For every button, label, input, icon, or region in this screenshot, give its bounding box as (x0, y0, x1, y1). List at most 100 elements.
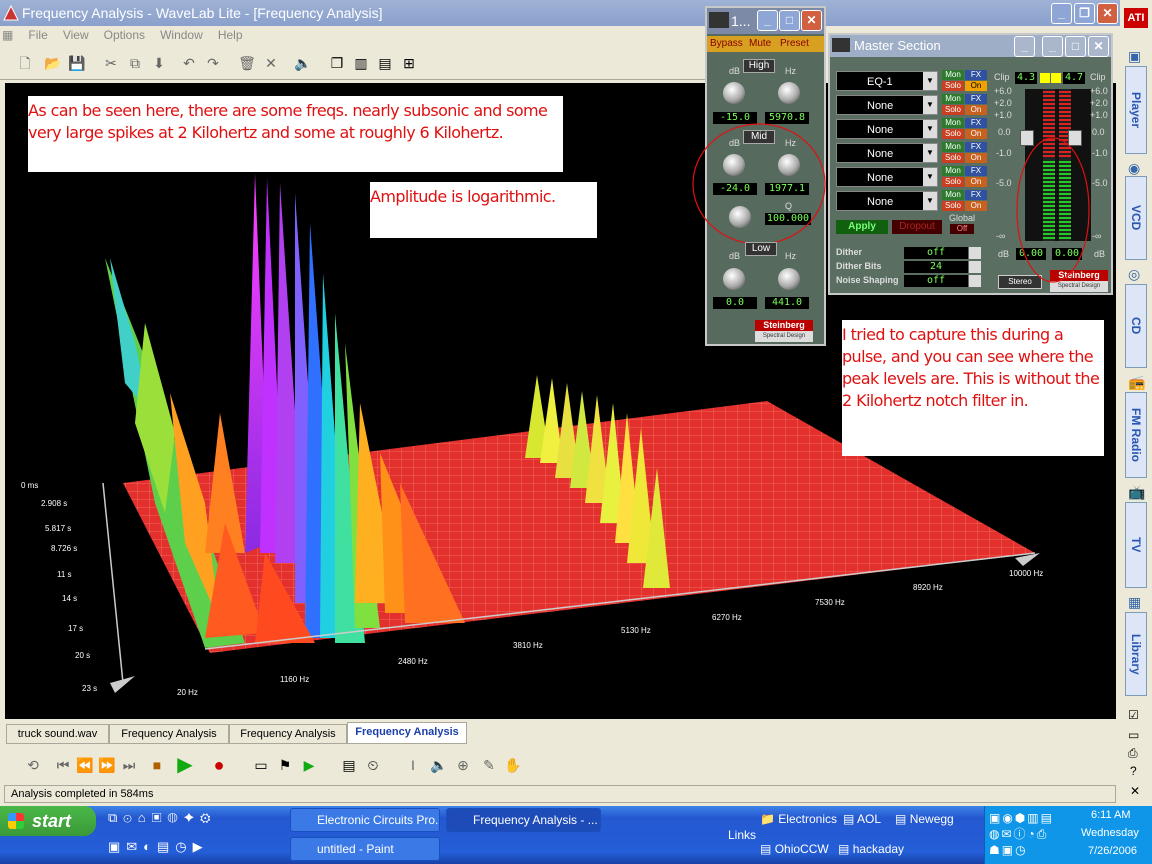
radio-icon[interactable]: 📻 (1128, 374, 1145, 390)
eq-plugin-window[interactable]: 1... _ □ ✕ Bypass Mute Preset High dB Hz… (692, 6, 826, 346)
effect-slot-4[interactable]: None ▼ (836, 143, 938, 163)
master-rollup-button[interactable]: _ (1014, 36, 1035, 57)
speaker-icon[interactable]: 🔈 (428, 754, 450, 776)
sidebar-item-player[interactable]: Player (1125, 66, 1147, 154)
sidebar-item-vcd[interactable]: VCD (1125, 176, 1147, 260)
effect-slot-6[interactable]: None ▼ (836, 191, 938, 211)
on-button[interactable]: On (965, 201, 987, 211)
high-gain-knob[interactable] (723, 82, 745, 104)
tray-icons[interactable]: ▣◉⬢▥▤ ◍✉ⓘ◔⎙ ☗▣◷ (989, 810, 1069, 860)
vcd-icon[interactable]: ◉ (1128, 160, 1144, 176)
eq-close-button[interactable]: ✕ (801, 10, 822, 31)
task-frequency-analysis[interactable]: Frequency Analysis - ... (446, 808, 601, 832)
clock-icon[interactable]: ⏲ (362, 754, 384, 776)
paste-icon[interactable]: ⬇ (148, 52, 170, 74)
open-folder-icon[interactable]: 📂 (42, 52, 64, 74)
go-to-end-icon[interactable]: ⏭ (118, 754, 140, 776)
rewind-icon[interactable]: ⏪ (74, 754, 96, 776)
close-button[interactable]: ✕ (1097, 3, 1118, 24)
range-icon[interactable]: ▭ (250, 754, 272, 776)
link-ohioccw[interactable]: ▤ OhioCCW (760, 842, 829, 856)
save-icon[interactable]: 💾 (66, 52, 88, 74)
effect-slot-5[interactable]: None ▼ (836, 167, 938, 187)
effect-slot-2[interactable]: None ▼ (836, 95, 938, 115)
low-freq-knob[interactable] (778, 268, 800, 290)
link-aol[interactable]: ▤ AOL (843, 812, 881, 826)
band-high-label[interactable]: High (743, 59, 775, 73)
help-icon[interactable]: ? (1130, 764, 1137, 778)
trash-icon[interactable]: 🗑 (236, 52, 258, 74)
cd-icon[interactable]: ◎ (1128, 266, 1144, 282)
play-selection-icon[interactable]: ▶ (298, 754, 320, 776)
menu-help[interactable]: Help (212, 26, 249, 44)
mute-button[interactable]: Mute (749, 38, 771, 49)
fx-button[interactable]: FX (965, 94, 987, 104)
master-section-window[interactable]: Master Section _ _ □ ✕ EQ-1 ▼ None ▼ None ▼… (828, 33, 1113, 295)
hand-icon[interactable]: ✋ (502, 754, 524, 776)
player-icon[interactable]: ▣ (1128, 48, 1144, 64)
loop-icon[interactable]: ⟲ (22, 754, 44, 776)
task-untitled-paint[interactable]: untitled - Paint (290, 837, 440, 861)
dither-bits-dropdown-icon[interactable] (969, 261, 981, 273)
stop-icon[interactable]: ■ (146, 754, 168, 776)
library-icon[interactable]: ▦ (1128, 594, 1144, 610)
play-icon[interactable]: ▶ (174, 754, 196, 776)
menu-icon[interactable]: ▦ (0, 26, 19, 44)
effect-slot-1[interactable]: EQ-1 ▼ (836, 71, 938, 91)
preset-button[interactable]: Preset (780, 38, 809, 49)
master-titlebar[interactable]: Master Section _ _ □ ✕ (830, 35, 1111, 57)
link-electronics[interactable]: 📁 Electronics (760, 812, 837, 826)
mon-button[interactable]: Mon (942, 142, 964, 152)
forward-icon[interactable]: ⏩ (96, 754, 118, 776)
undo-icon[interactable]: ↶ (178, 52, 200, 74)
cascade-windows-icon[interactable]: ❐ (326, 52, 348, 74)
low-freq-value[interactable]: 441.0 (765, 297, 809, 309)
band-low-label[interactable]: Low (745, 242, 777, 256)
tile-vertical-icon[interactable]: ▥ (350, 52, 372, 74)
mon-button[interactable]: Mon (942, 70, 964, 80)
solo-button[interactable]: Solo (942, 105, 964, 115)
pencil-icon[interactable]: ✎ (478, 754, 500, 776)
delete-icon[interactable]: ✕ (260, 52, 282, 74)
master-minimize-button[interactable]: _ (1042, 36, 1063, 57)
solo-button[interactable]: Solo (942, 81, 964, 91)
tab-truck-sound[interactable]: truck sound.wav (6, 724, 109, 744)
quick-launch-bottom[interactable]: ▣✉◐▤◷▶ (108, 839, 268, 861)
solo-button[interactable]: Solo (942, 153, 964, 163)
master-close-button[interactable]: ✕ (1088, 36, 1109, 57)
master-maximize-button[interactable]: □ (1065, 36, 1086, 57)
mon-button[interactable]: Mon (942, 166, 964, 176)
zoom-icon[interactable]: ⊕ (452, 754, 474, 776)
noise-shaping-value[interactable]: off (904, 275, 968, 287)
high-freq-knob[interactable] (778, 82, 800, 104)
fx-button[interactable]: FX (965, 166, 987, 176)
tab-frequency-analysis-1[interactable]: Frequency Analysis (109, 724, 229, 744)
on-button[interactable]: On (965, 177, 987, 187)
task-electronic-circuits[interactable]: Electronic Circuits Pro... (290, 808, 440, 832)
solo-button[interactable]: Solo (942, 177, 964, 187)
effect-slot-3[interactable]: None ▼ (836, 119, 938, 139)
checkbox-icon[interactable]: ☑ (1128, 708, 1139, 722)
speaker-icon[interactable]: 🔈 (292, 52, 314, 74)
arrange-icon[interactable]: ⊞ (398, 52, 420, 74)
menu-file[interactable]: File (22, 26, 53, 44)
window-icon[interactable]: ▭ (1128, 728, 1139, 742)
copy-icon[interactable]: ⧉ (124, 52, 146, 74)
low-gain-knob[interactable] (723, 268, 745, 290)
mon-button[interactable]: Mon (942, 118, 964, 128)
solo-button[interactable]: Solo (942, 201, 964, 211)
global-toggle[interactable]: Off (950, 224, 974, 234)
menu-window[interactable]: Window (154, 26, 209, 44)
new-file-icon[interactable]: 🗋 (14, 52, 36, 74)
eq-titlebar[interactable]: 1... _ □ ✕ (707, 8, 824, 34)
fx-button[interactable]: FX (965, 70, 987, 80)
noise-shaping-dropdown-icon[interactable] (969, 275, 981, 287)
link-newegg[interactable]: ▤ Newegg (895, 812, 954, 826)
dither-dropdown-icon[interactable] (969, 247, 981, 259)
sidebar-item-tv[interactable]: TV (1125, 502, 1147, 588)
tab-frequency-analysis-2[interactable]: Frequency Analysis (229, 724, 347, 744)
sidebar-item-fm-radio[interactable]: FM Radio (1125, 392, 1147, 478)
dither-value[interactable]: off (904, 247, 968, 259)
link-hackaday[interactable]: ▤ hackaday (838, 842, 904, 856)
menu-view[interactable]: View (57, 26, 95, 44)
